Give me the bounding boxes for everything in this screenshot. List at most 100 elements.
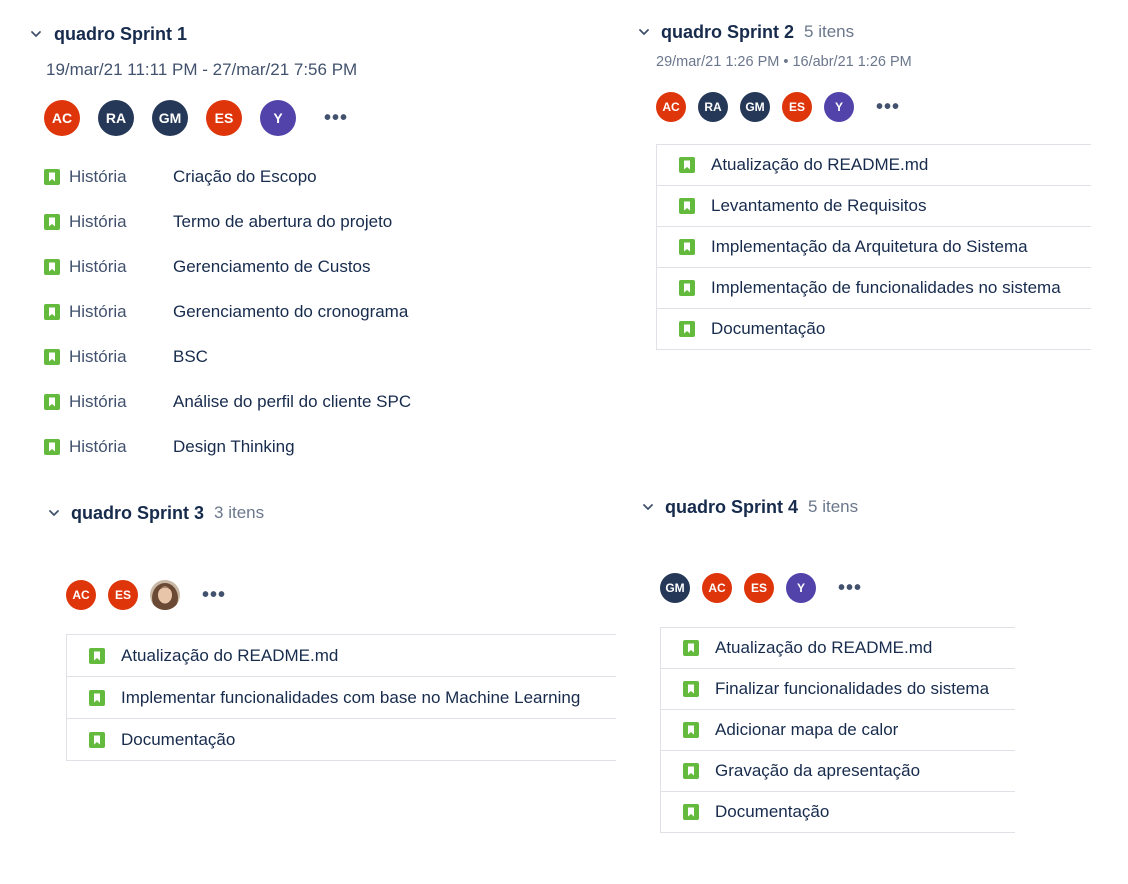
sprint1-panel: quadro Sprint 1 19/mar/21 11:11 PM - 27/… (28, 22, 588, 469)
avatar[interactable]: ES (744, 573, 774, 603)
chevron-down-icon[interactable] (28, 26, 44, 42)
avatar[interactable]: RA (698, 92, 728, 122)
issue-summary[interactable]: Gravação da apresentação (715, 761, 920, 781)
list-item[interactable]: Finalizar funcionalidades do sistema (661, 669, 1015, 710)
chevron-down-icon[interactable] (640, 499, 656, 515)
issue-summary[interactable]: Implementação de funcionalidades no sist… (711, 278, 1061, 298)
list-item[interactable]: História Design Thinking (44, 424, 588, 469)
avatar[interactable]: AC (656, 92, 686, 122)
sprint4-panel: quadro Sprint 4 5 itens GM AC ES Y ••• A… (640, 495, 1020, 833)
issue-type: História (69, 166, 127, 186)
sprint4-count: 5 itens (808, 497, 859, 516)
story-icon (44, 213, 60, 230)
issue-type: História (69, 436, 127, 456)
list-item[interactable]: Atualização do README.md (661, 628, 1015, 669)
story-icon (683, 722, 699, 738)
list-item[interactable]: História BSC (44, 334, 588, 379)
avatar[interactable]: GM (660, 573, 690, 603)
sprint3-avatars: AC ES ••• (66, 580, 616, 610)
avatar[interactable]: ES (108, 580, 138, 610)
list-item[interactable]: Implementação da Arquitetura do Sistema (657, 227, 1091, 268)
story-icon (44, 348, 60, 365)
list-item[interactable]: Adicionar mapa de calor (661, 710, 1015, 751)
issue-summary[interactable]: Levantamento de Requisitos (711, 196, 926, 216)
list-item[interactable]: Documentação (67, 719, 616, 760)
list-item[interactable]: Atualização do README.md (67, 635, 616, 677)
avatar[interactable]: GM (740, 92, 770, 122)
sprint4-title: quadro Sprint 4 (665, 496, 799, 517)
issue-summary[interactable]: Criação do Escopo (173, 167, 317, 187)
more-avatars-icon[interactable]: ••• (876, 97, 900, 117)
story-icon (679, 321, 695, 337)
more-avatars-icon[interactable]: ••• (838, 578, 862, 598)
issue-summary[interactable]: Atualização do README.md (121, 646, 338, 666)
issue-summary[interactable]: Finalizar funcionalidades do sistema (715, 679, 989, 699)
avatar[interactable]: GM (152, 100, 188, 136)
sprint3-issue-list: Atualização do README.md Implementar fun… (66, 634, 616, 761)
avatar[interactable]: AC (66, 580, 96, 610)
issue-summary[interactable]: Documentação (711, 319, 825, 339)
story-icon (683, 804, 699, 820)
list-item[interactable]: História Análise do perfil do cliente SP… (44, 379, 588, 424)
issue-summary[interactable]: Documentação (121, 730, 235, 750)
list-item[interactable]: Documentação (657, 309, 1091, 349)
story-icon (683, 681, 699, 697)
chevron-down-icon[interactable] (636, 24, 652, 40)
story-icon (679, 198, 695, 214)
sprint3-panel: quadro Sprint 3 3 itens AC ES ••• Atuali… (46, 501, 616, 761)
sprint1-header[interactable]: quadro Sprint 1 (28, 22, 588, 46)
avatar[interactable]: ES (782, 92, 812, 122)
issue-summary[interactable]: Design Thinking (173, 437, 295, 457)
issue-summary[interactable]: Implementação da Arquitetura do Sistema (711, 237, 1028, 257)
avatar[interactable]: AC (702, 573, 732, 603)
list-item[interactable]: Levantamento de Requisitos (657, 186, 1091, 227)
sprint3-header[interactable]: quadro Sprint 3 3 itens (46, 501, 616, 525)
issue-type: História (69, 256, 127, 276)
sprint1-title: quadro Sprint 1 (54, 23, 188, 44)
list-item[interactable]: Gravação da apresentação (661, 751, 1015, 792)
issue-summary[interactable]: Termo de abertura do projeto (173, 212, 392, 232)
story-icon (89, 731, 105, 748)
sprint2-title: quadro Sprint 2 (661, 21, 795, 42)
more-avatars-icon[interactable]: ••• (202, 585, 226, 605)
avatar[interactable]: Y (824, 92, 854, 122)
issue-summary[interactable]: Análise do perfil do cliente SPC (173, 392, 411, 412)
story-icon (89, 689, 105, 706)
issue-summary[interactable]: Atualização do README.md (711, 155, 928, 175)
list-item[interactable]: Documentação (661, 792, 1015, 832)
avatar[interactable]: Y (260, 100, 296, 136)
avatar[interactable]: Y (786, 573, 816, 603)
sprint4-issue-list: Atualização do README.md Finalizar funci… (660, 627, 1015, 833)
list-item[interactable]: História Gerenciamento de Custos (44, 244, 588, 289)
sprint3-count: 3 itens (214, 503, 265, 522)
issue-summary[interactable]: Gerenciamento de Custos (173, 257, 371, 277)
story-icon (44, 438, 60, 455)
avatar[interactable]: RA (98, 100, 134, 136)
list-item[interactable]: Atualização do README.md (657, 145, 1091, 186)
issue-summary[interactable]: Gerenciamento do cronograma (173, 302, 408, 322)
issue-summary[interactable]: BSC (173, 347, 208, 367)
list-item[interactable]: Implementação de funcionalidades no sist… (657, 268, 1091, 309)
list-item[interactable]: Implementar funcionalidades com base no … (67, 677, 616, 719)
more-avatars-icon[interactable]: ••• (324, 108, 348, 128)
user-photo-icon (150, 580, 180, 610)
issue-summary[interactable]: Documentação (715, 802, 829, 822)
issue-summary[interactable]: Atualização do README.md (715, 638, 932, 658)
chevron-down-icon[interactable] (46, 505, 62, 521)
issue-type: História (69, 346, 127, 366)
sprint2-header[interactable]: quadro Sprint 2 5 itens (636, 20, 1096, 44)
issue-summary[interactable]: Adicionar mapa de calor (715, 720, 898, 740)
list-item[interactable]: História Criação do Escopo (44, 154, 588, 199)
list-item[interactable]: História Termo de abertura do projeto (44, 199, 588, 244)
sprint1-avatars: AC RA GM ES Y ••• (44, 100, 588, 136)
issue-summary[interactable]: Implementar funcionalidades com base no … (121, 688, 580, 708)
sprint4-header[interactable]: quadro Sprint 4 5 itens (640, 495, 1020, 519)
avatar-photo[interactable] (150, 580, 180, 610)
list-item[interactable]: História Gerenciamento do cronograma (44, 289, 588, 334)
avatar[interactable]: AC (44, 100, 80, 136)
sprint2-dates: 29/mar/21 1:26 PM • 16/abr/21 1:26 PM (656, 54, 912, 70)
avatar[interactable]: ES (206, 100, 242, 136)
sprint4-avatars: GM AC ES Y ••• (660, 573, 1020, 603)
story-icon (679, 239, 695, 255)
sprint3-title: quadro Sprint 3 (71, 502, 205, 523)
